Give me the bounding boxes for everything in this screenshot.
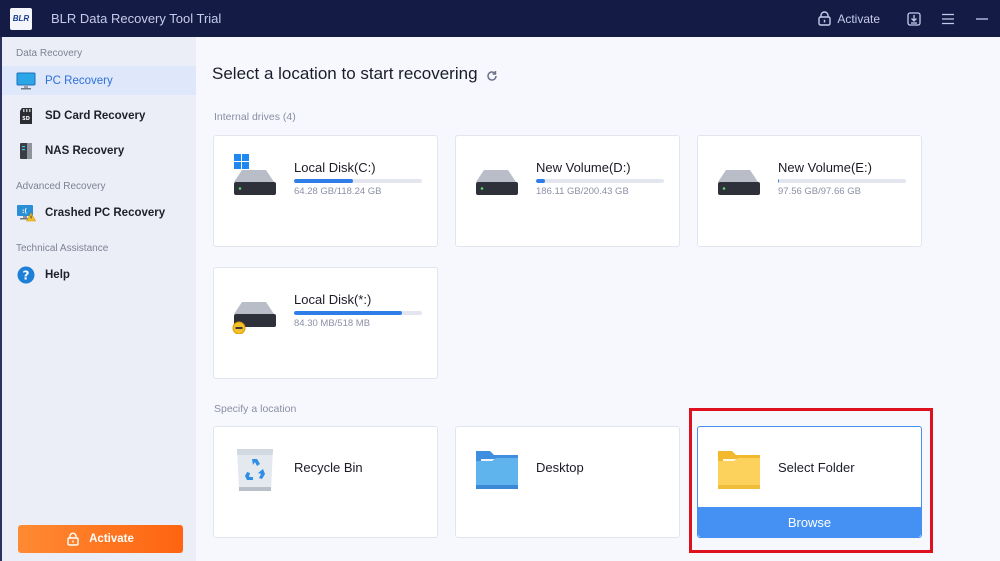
lock-icon — [67, 532, 79, 546]
download-icon — [907, 11, 921, 26]
highlight-box — [689, 408, 933, 553]
sd-card-icon: SD — [16, 106, 36, 126]
drive-name: New Volume(E:) — [778, 160, 872, 175]
sidebar-activate-button[interactable]: Activate — [18, 525, 183, 553]
drive-name: Local Disk(C:) — [294, 160, 376, 175]
desktop-card[interactable]: Desktop — [455, 426, 680, 538]
drive-card-e[interactable]: New Volume(E:) 97.56 GB/97.66 GB — [697, 135, 922, 247]
monitor-icon — [16, 71, 36, 91]
sidebar-item-sd-card-recovery[interactable]: SD SD Card Recovery — [2, 101, 196, 130]
drive-size: 186.11 GB/200.43 GB — [536, 186, 629, 197]
page-title-text: Select a location to start recovering — [212, 64, 478, 83]
minimize-button[interactable] — [974, 11, 990, 27]
drive-usage-fill — [294, 311, 402, 315]
drive-name: Local Disk(*:) — [294, 292, 372, 307]
specify-location-label: Specify a location — [214, 403, 297, 415]
sidebar-item-label: SD Card Recovery — [45, 109, 146, 122]
windows-drive-icon — [232, 154, 280, 202]
download-button[interactable] — [906, 11, 922, 27]
refresh-icon[interactable] — [486, 70, 498, 82]
sidebar-item-help[interactable]: ? Help — [2, 260, 196, 289]
recycle-bin-card[interactable]: Recycle Bin — [213, 426, 438, 538]
menu-button[interactable] — [940, 11, 956, 27]
svg-text:SD: SD — [22, 116, 30, 122]
sidebar-item-nas-recovery[interactable]: NAS Recovery — [2, 136, 196, 165]
sidebar: Data Recovery PC Recovery SD SD Card Rec… — [0, 37, 196, 561]
internal-drives-label: Internal drives (4) — [214, 111, 296, 123]
drive-usage-bar — [294, 311, 422, 315]
svg-text:?: ? — [23, 268, 30, 282]
recycle-bin-icon — [232, 447, 280, 495]
location-name: Recycle Bin — [294, 460, 363, 475]
lock-icon — [818, 11, 832, 26]
drive-usage-fill — [778, 179, 780, 183]
drive-usage-bar — [536, 179, 664, 183]
sidebar-section-advanced-recovery: Advanced Recovery — [16, 181, 106, 192]
sidebar-item-label: Help — [45, 268, 70, 281]
titlebar-activate-label: Activate — [837, 11, 880, 26]
drive-card-c[interactable]: Local Disk(C:) 64.28 GB/118.24 GB — [213, 135, 438, 247]
sidebar-activate-label: Activate — [89, 533, 134, 545]
drive-icon — [716, 154, 764, 202]
drive-usage-bar — [778, 179, 906, 183]
minimize-icon — [976, 17, 988, 20]
drive-card-d[interactable]: New Volume(D:) 186.11 GB/200.43 GB — [455, 135, 680, 247]
drive-name: New Volume(D:) — [536, 160, 631, 175]
drive-icon — [474, 154, 522, 202]
sidebar-item-label: PC Recovery — [45, 74, 113, 87]
sidebar-section-technical-assistance: Technical Assistance — [16, 243, 109, 254]
logo-text: BLR — [12, 14, 30, 23]
title-bar: BLR BLR Data Recovery Tool Trial Activat… — [0, 0, 1000, 37]
drive-usage-bar — [294, 179, 422, 183]
titlebar-activate-button[interactable]: Activate — [818, 11, 880, 26]
app-title: BLR Data Recovery Tool Trial — [51, 11, 222, 26]
main-content: Select a location to start recovering In… — [196, 37, 1000, 561]
location-name: Desktop — [536, 460, 584, 475]
drive-size: 84.30 MB/518 MB — [294, 318, 371, 329]
drive-usage-fill — [294, 179, 353, 183]
sidebar-item-pc-recovery[interactable]: PC Recovery — [2, 66, 196, 95]
sidebar-item-crashed-pc-recovery[interactable]: :( Crashed PC Recovery — [2, 198, 196, 227]
desktop-folder-icon — [474, 447, 522, 495]
help-icon: ? — [16, 265, 36, 285]
crashed-pc-icon: :( — [16, 203, 36, 223]
hamburger-menu-icon — [942, 13, 954, 24]
drive-warning-icon — [232, 286, 280, 335]
page-title: Select a location to start recovering — [212, 64, 498, 84]
drive-size: 97.56 GB/97.66 GB — [778, 186, 861, 197]
sidebar-section-data-recovery: Data Recovery — [16, 48, 83, 59]
svg-text::(: :( — [22, 208, 27, 215]
app-logo: BLR — [10, 7, 32, 30]
drive-usage-fill — [536, 179, 545, 183]
sidebar-item-label: Crashed PC Recovery — [45, 206, 166, 219]
nas-icon — [16, 141, 36, 161]
sidebar-item-label: NAS Recovery — [45, 144, 125, 157]
drive-card-unmounted[interactable]: Local Disk(*:) 84.30 MB/518 MB — [213, 267, 438, 379]
drive-size: 64.28 GB/118.24 GB — [294, 186, 382, 197]
